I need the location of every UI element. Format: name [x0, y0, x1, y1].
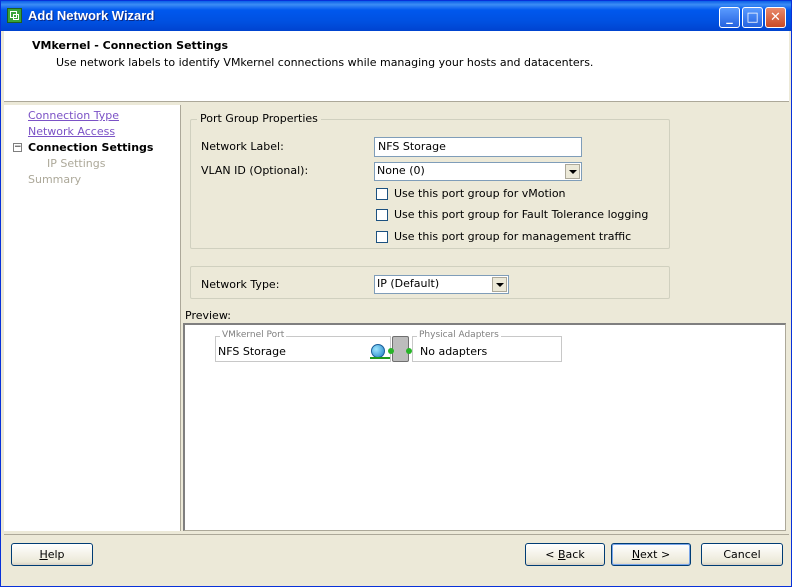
back-button-label: ack: [565, 548, 585, 561]
back-button-prefix: <: [545, 548, 558, 561]
chevron-down-icon[interactable]: [565, 164, 580, 179]
help-button-hotkey: H: [39, 548, 48, 561]
help-button[interactable]: Help: [11, 543, 93, 566]
back-button-hotkey: B: [558, 548, 566, 561]
network-type-value: IP (Default): [377, 277, 440, 290]
physical-adapters-value: No adapters: [420, 345, 488, 358]
title-bar[interactable]: Add Network Wizard _ □ ✕: [1, 1, 791, 31]
page-subtitle: Use network labels to identify VMkernel …: [56, 56, 594, 69]
close-button[interactable]: ✕: [765, 7, 786, 28]
network-type-label: Network Type:: [201, 278, 280, 291]
vmotion-checkbox[interactable]: [376, 188, 388, 200]
window-title: Add Network Wizard: [28, 8, 155, 23]
header-divider: [4, 101, 789, 102]
vlan-id-select[interactable]: None (0): [374, 162, 582, 181]
network-type-select[interactable]: IP (Default): [374, 275, 509, 294]
preview-label: Preview:: [185, 309, 231, 322]
step-ip-settings: IP Settings: [47, 157, 106, 170]
collapse-icon[interactable]: −: [13, 143, 22, 152]
preview-panel: VMkernel Port NFS Storage Physical Adapt…: [183, 323, 786, 531]
cancel-button-label: Cancel: [723, 548, 761, 561]
vmkernel-port-name: NFS Storage: [218, 345, 286, 358]
wizard-steps-nav: Connection Type Network Access − Connect…: [4, 105, 181, 531]
fault-tolerance-checkbox-label[interactable]: Use this port group for Fault Tolerance …: [394, 208, 648, 221]
help-button-label: elp: [47, 548, 65, 561]
footer-divider: [4, 534, 789, 535]
next-button-label: ext >: [640, 548, 671, 561]
vmkernel-port-legend: VMkernel Port: [220, 330, 287, 340]
vmotion-checkbox-label[interactable]: Use this port group for vMotion: [394, 187, 566, 200]
next-button-hotkey: N: [631, 548, 641, 561]
chevron-down-icon[interactable]: [492, 277, 507, 292]
switch-left-connector-icon: [388, 348, 394, 354]
vsphere-app-icon: [7, 8, 22, 23]
next-button[interactable]: Next >: [611, 543, 691, 566]
page-title: VMkernel - Connection Settings: [32, 39, 229, 52]
network-label-label: Network Label:: [201, 140, 284, 153]
port-group-legend: Port Group Properties: [197, 112, 321, 125]
maximize-button[interactable]: □: [742, 7, 763, 28]
wizard-window: Add Network Wizard _ □ ✕ VMkernel - Conn…: [0, 0, 792, 587]
step-connection-type[interactable]: Connection Type: [28, 109, 119, 122]
cancel-button[interactable]: Cancel: [701, 543, 783, 566]
port-link-line: [370, 357, 390, 359]
wizard-header: VMkernel - Connection Settings Use netwo…: [4, 31, 789, 101]
network-label-input[interactable]: NFS Storage: [374, 137, 582, 157]
step-network-access[interactable]: Network Access: [28, 125, 115, 138]
physical-adapters-box: Physical Adapters No adapters: [412, 330, 562, 362]
step-summary: Summary: [28, 173, 82, 186]
management-traffic-checkbox[interactable]: [376, 231, 388, 243]
vlan-id-value: None (0): [377, 164, 425, 177]
back-button[interactable]: < Back: [525, 543, 605, 566]
management-traffic-checkbox-label[interactable]: Use this port group for management traff…: [394, 230, 631, 243]
globe-network-icon: [371, 344, 385, 358]
physical-adapters-legend: Physical Adapters: [417, 330, 501, 340]
minimize-button[interactable]: _: [719, 7, 740, 28]
vmkernel-port-box: VMkernel Port NFS Storage: [215, 330, 391, 362]
vlan-id-label: VLAN ID (Optional):: [201, 164, 309, 177]
step-connection-settings: Connection Settings: [28, 141, 154, 154]
fault-tolerance-checkbox[interactable]: [376, 209, 388, 221]
